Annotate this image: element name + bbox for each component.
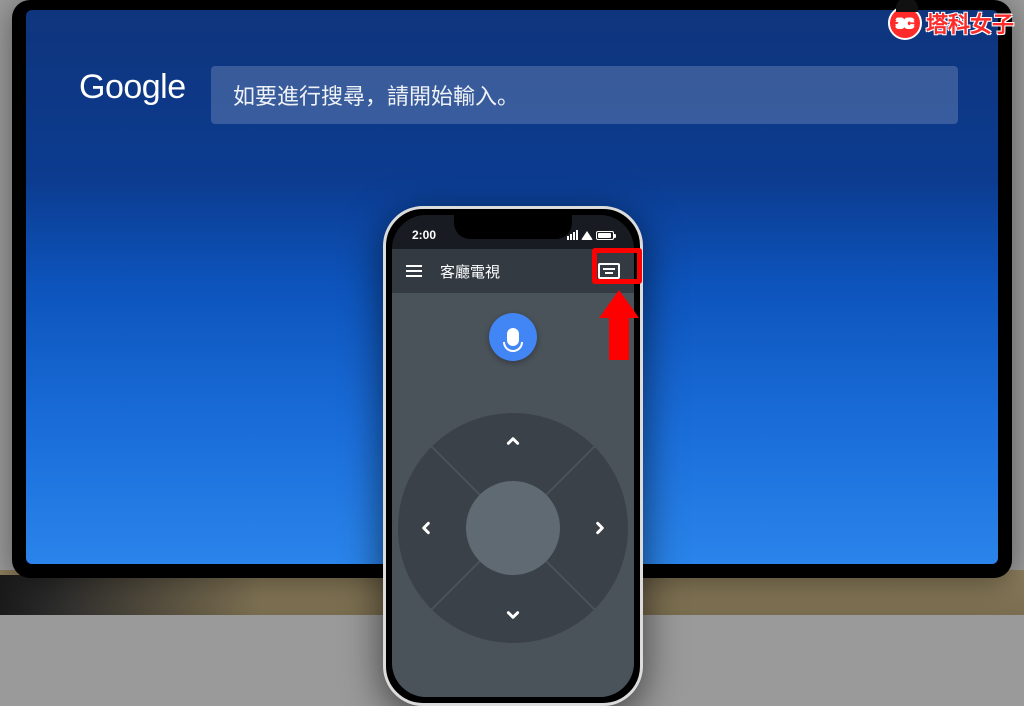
device-name-label[interactable]: 客廳電視 <box>440 261 580 282</box>
tv-search-placeholder: 如要進行搜尋，請開始輸入。 <box>233 79 519 111</box>
status-time: 2:00 <box>412 228 436 242</box>
dpad-right-button[interactable] <box>590 518 610 538</box>
annotation-arrow-icon <box>599 290 639 360</box>
tv-search-input[interactable]: 如要進行搜尋，請開始輸入。 <box>211 66 958 124</box>
dpad <box>398 413 628 643</box>
dpad-ok-button[interactable] <box>466 481 560 575</box>
wifi-icon <box>581 231 593 240</box>
google-logo: Google <box>79 68 186 107</box>
mic-icon <box>507 328 519 346</box>
annotation-highlight-box <box>592 248 642 284</box>
dpad-down-button[interactable] <box>503 605 523 625</box>
speaker-edge <box>0 575 260 615</box>
phone-notch <box>454 215 572 239</box>
hamburger-icon[interactable] <box>406 265 422 277</box>
battery-icon <box>596 231 614 240</box>
watermark-text: 塔科女子 <box>926 7 1014 39</box>
voice-search-button[interactable] <box>489 313 537 361</box>
dpad-up-button[interactable] <box>503 431 523 451</box>
dpad-left-button[interactable] <box>416 518 436 538</box>
remote-body <box>392 293 634 697</box>
watermark-avatar-icon: 3C <box>888 6 922 40</box>
watermark: 3C 塔科女子 <box>888 6 1014 40</box>
phone-screen: 2:00 客廳電視 <box>392 215 634 697</box>
